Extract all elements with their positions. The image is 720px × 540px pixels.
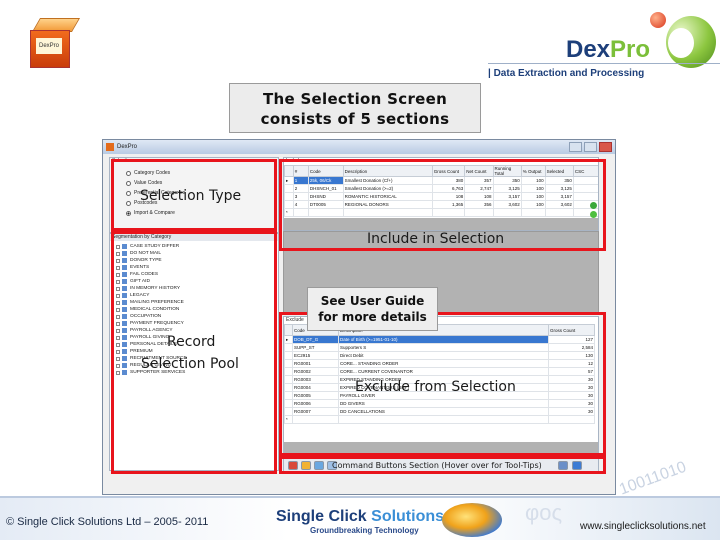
tagline: | Data Extraction and Processing <box>488 68 645 79</box>
title-line-2: consists of 5 sections <box>260 110 450 128</box>
title-callout: The Selection Screen consists of 5 secti… <box>229 83 481 133</box>
box-label: DexPro <box>36 38 62 54</box>
company-swirl-icon <box>442 503 502 537</box>
title-line-1: The Selection Screen <box>262 90 448 108</box>
copyright-text: © Single Click Solutions Ltd – 2005- 201… <box>6 516 209 528</box>
record-pool-frame <box>111 231 277 474</box>
footer-rule <box>0 496 720 498</box>
company-name-part2: Solutions <box>371 508 445 525</box>
close-button[interactable] <box>599 142 612 152</box>
guide-line-2: for more details <box>318 310 427 324</box>
app-icon <box>106 143 114 151</box>
logo-text: DexPro <box>566 36 651 63</box>
label-command: Command Buttons Section (Hover over for … <box>332 461 542 470</box>
greek-decoration: φoς <box>525 500 563 525</box>
window-titlebar: DexPro <box>103 140 615 154</box>
maximize-button[interactable] <box>584 142 597 152</box>
minimize-button[interactable] <box>569 142 582 152</box>
company-tagline: Groundbreaking Technology <box>310 526 419 535</box>
label-selection-type: Selection Type <box>140 188 242 204</box>
user-guide-callout: See User Guide for more details <box>307 287 438 331</box>
binary-decoration: 10011010 <box>617 458 689 499</box>
company-logo: Single Click Solutions Groundbreaking Te… <box>276 508 444 535</box>
dexpro-box-graphic: DexPro <box>22 16 81 70</box>
window-title: DexPro <box>117 144 138 150</box>
label-exclude: Exclude from Selection <box>355 379 516 395</box>
website-link[interactable]: www.singleclicksolutions.net <box>580 521 706 532</box>
label-record-line2: Selection Pool <box>141 356 239 372</box>
label-include: Include in Selection <box>367 231 505 247</box>
logo-ball-icon <box>650 12 666 28</box>
guide-line-1: See User Guide <box>320 294 425 308</box>
dexpro-logo: DexPro <box>560 8 720 70</box>
label-record-line1: Record <box>167 334 216 350</box>
company-name-part1: Single Click <box>276 508 372 525</box>
tagline-rule <box>488 63 720 64</box>
